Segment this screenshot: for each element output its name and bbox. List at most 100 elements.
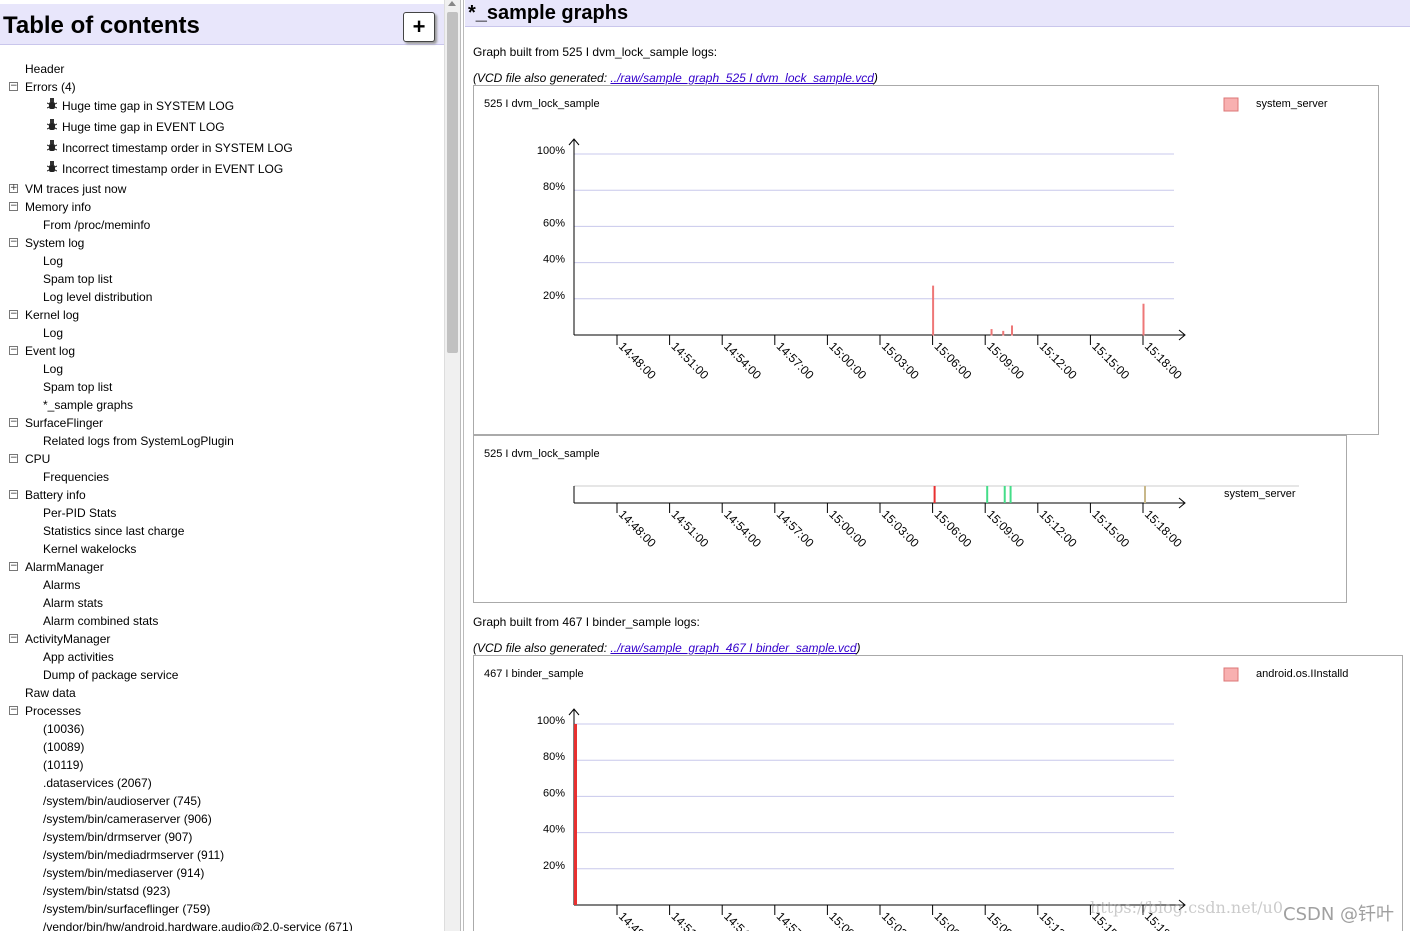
- toc-item[interactable]: − Battery info: [0, 486, 444, 504]
- toc-item[interactable]: Huge time gap in SYSTEM LOG: [0, 96, 444, 117]
- toc-item[interactable]: /system/bin/mediaserver (914): [0, 864, 444, 882]
- toc-item[interactable]: Per-PID Stats: [0, 504, 444, 522]
- x-tick-label: 14:48:00: [616, 339, 659, 382]
- toc-item[interactable]: + VM traces just now: [0, 180, 444, 198]
- x-tick-label: 14:51:00: [668, 909, 711, 931]
- toc-item[interactable]: Log: [0, 324, 444, 342]
- toc-item-label: Huge time gap in EVENT LOG: [62, 120, 225, 134]
- toc-add-button[interactable]: +: [403, 12, 435, 42]
- scroll-up-arrow-icon[interactable]: [448, 1, 456, 6]
- toc-item[interactable]: − ActivityManager: [0, 630, 444, 648]
- toc-item[interactable]: (10119): [0, 756, 444, 774]
- collapse-icon[interactable]: −: [9, 202, 18, 211]
- collapse-icon[interactable]: −: [9, 346, 18, 355]
- y-tick-label: 60%: [543, 787, 565, 799]
- toc-item[interactable]: − Processes: [0, 702, 444, 720]
- toc-item[interactable]: /system/bin/audioserver (745): [0, 792, 444, 810]
- toc-item[interactable]: − System log: [0, 234, 444, 252]
- toc-item[interactable]: Statistics since last charge: [0, 522, 444, 540]
- toc-item[interactable]: Alarm combined stats: [0, 612, 444, 630]
- toc-item[interactable]: App activities: [0, 648, 444, 666]
- x-tick-label: 15:12:00: [1037, 339, 1080, 382]
- y-tick-label: 80%: [543, 181, 565, 193]
- y-tick-label: 100%: [537, 145, 565, 157]
- toc-item-label: Alarms: [43, 578, 81, 592]
- y-tick-label: 20%: [543, 860, 565, 872]
- collapse-icon[interactable]: −: [9, 310, 18, 319]
- toc-item[interactable]: From /proc/meminfo: [0, 216, 444, 234]
- toc-item[interactable]: *_sample graphs: [0, 396, 444, 414]
- toc-item[interactable]: − AlarmManager: [0, 558, 444, 576]
- collapse-icon[interactable]: −: [9, 706, 18, 715]
- x-tick-label: 14:48:00: [616, 507, 659, 550]
- toc-item[interactable]: Huge time gap in EVENT LOG: [0, 117, 444, 138]
- toc-item[interactable]: Header: [0, 60, 444, 78]
- toc-item[interactable]: Log: [0, 252, 444, 270]
- toc-item[interactable]: Alarms: [0, 576, 444, 594]
- toc-item[interactable]: .dataservices (2067): [0, 774, 444, 792]
- toc-item[interactable]: − Memory info: [0, 198, 444, 216]
- toc-item-label: Related logs from SystemLogPlugin: [43, 434, 234, 448]
- toc-item-label: Per-PID Stats: [43, 506, 117, 520]
- toc-item[interactable]: − Event log: [0, 342, 444, 360]
- toc-item[interactable]: Incorrect timestamp order in SYSTEM LOG: [0, 138, 444, 159]
- x-tick-label: 15:09:00: [984, 909, 1027, 931]
- collapse-icon[interactable]: −: [9, 82, 18, 91]
- data-bar: [1011, 325, 1013, 336]
- x-tick-label: 14:57:00: [774, 507, 817, 550]
- collapse-icon[interactable]: −: [9, 634, 18, 643]
- toc-item[interactable]: Incorrect timestamp order in EVENT LOG: [0, 159, 444, 180]
- toc-item[interactable]: /system/bin/mediadrmserver (911): [0, 846, 444, 864]
- toc-item[interactable]: − Kernel log: [0, 306, 444, 324]
- section1-vcd-link[interactable]: ../raw/sample_graph_525 I dvm_lock_sampl…: [610, 71, 873, 85]
- toc-item-label: Kernel log: [25, 308, 80, 322]
- x-tick-label: 14:54:00: [721, 339, 764, 382]
- toc-item-label: App activities: [43, 650, 114, 664]
- section2-intro: Graph built from 467 I binder_sample log…: [473, 615, 700, 629]
- expand-icon[interactable]: +: [9, 184, 18, 193]
- toc-item[interactable]: Spam top list: [0, 378, 444, 396]
- toc-item[interactable]: Related logs from SystemLogPlugin: [0, 432, 444, 450]
- toc-item-label: Processes: [25, 704, 82, 718]
- toc-item[interactable]: (10036): [0, 720, 444, 738]
- collapse-icon[interactable]: −: [9, 418, 18, 427]
- toc-item[interactable]: Frequencies: [0, 468, 444, 486]
- toc-item[interactable]: Log level distribution: [0, 288, 444, 306]
- toc-item[interactable]: Log: [0, 360, 444, 378]
- toc-item-label: (10036): [43, 722, 85, 736]
- toc-item[interactable]: (10089): [0, 738, 444, 756]
- toc-item[interactable]: /system/bin/statsd (923): [0, 882, 444, 900]
- x-tick-label: 15:18:00: [1142, 507, 1185, 550]
- scroll-thumb[interactable]: [447, 12, 458, 353]
- toc-item[interactable]: /vendor/bin/hw/android.hardware.audio@2.…: [0, 918, 444, 931]
- pane-divider[interactable]: [460, 0, 464, 931]
- section2-vcd-note: (VCD file also generated: ../raw/sample_…: [473, 641, 861, 655]
- x-tick-label: 14:54:00: [721, 507, 764, 550]
- toc-item[interactable]: Raw data: [0, 684, 444, 702]
- toc-item-label: Log: [43, 362, 64, 376]
- collapse-icon[interactable]: −: [9, 238, 18, 247]
- toc-item-label: /system/bin/drmserver (907): [43, 830, 193, 844]
- toc-item[interactable]: Kernel wakelocks: [0, 540, 444, 558]
- legend-label: system_server: [1256, 98, 1328, 110]
- toc-item-label: SurfaceFlinger: [25, 416, 104, 430]
- toc-item[interactable]: − CPU: [0, 450, 444, 468]
- toc-item[interactable]: Dump of package service: [0, 666, 444, 684]
- toc-item[interactable]: − Errors (4): [0, 78, 444, 96]
- collapse-icon[interactable]: −: [9, 562, 18, 571]
- collapse-icon[interactable]: −: [9, 490, 18, 499]
- toc-item[interactable]: Spam top list: [0, 270, 444, 288]
- toc-item[interactable]: /system/bin/cameraserver (906): [0, 810, 444, 828]
- toc-item-label: Raw data: [25, 686, 76, 700]
- section2-vcd-link[interactable]: ../raw/sample_graph_467 I binder_sample.…: [610, 641, 856, 655]
- toc-item[interactable]: /system/bin/surfaceflinger (759): [0, 900, 444, 918]
- collapse-icon[interactable]: −: [9, 454, 18, 463]
- toc-item-label: Kernel wakelocks: [43, 542, 137, 556]
- toc-scrollbar[interactable]: [444, 0, 460, 931]
- toc-item[interactable]: Alarm stats: [0, 594, 444, 612]
- toc-item-label: Frequencies: [43, 470, 110, 484]
- toc-item-label: (10089): [43, 740, 85, 754]
- toc-item[interactable]: − SurfaceFlinger: [0, 414, 444, 432]
- toc-item[interactable]: /system/bin/drmserver (907): [0, 828, 444, 846]
- section1-intro: Graph built from 525 I dvm_lock_sample l…: [473, 45, 718, 59]
